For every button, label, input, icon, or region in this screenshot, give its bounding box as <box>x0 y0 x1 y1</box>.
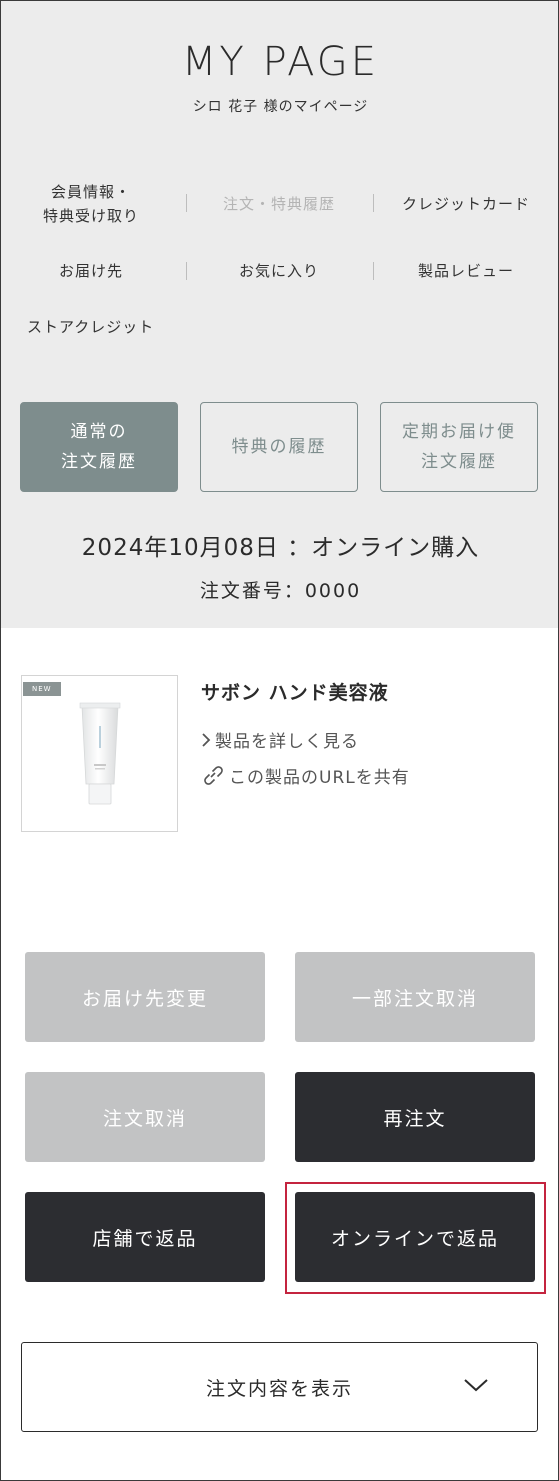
nav-favorites[interactable]: お気に入り <box>201 259 357 283</box>
chevron-right-icon <box>202 732 211 747</box>
partial-cancel-button[interactable]: 一部注文取消 <box>295 952 535 1042</box>
product-tube-image <box>79 702 121 805</box>
nav-delivery-address[interactable]: お届け先 <box>21 259 161 283</box>
link-icon <box>204 765 223 785</box>
nav-product-review[interactable]: 製品レビュー <box>386 259 546 283</box>
nav-credit-card[interactable]: クレジットカード <box>386 192 546 216</box>
product-share-link-label: この製品のURLを共有 <box>229 768 410 788</box>
tab-benefit-history[interactable]: 特典の履歴 <box>200 402 358 492</box>
order-details-label: 注文内容を表示 <box>205 1377 353 1400</box>
order-details-toggle[interactable]: 注文内容を表示 <box>21 1342 538 1432</box>
nav-member-info-line2: 特典受け取り <box>42 207 139 225</box>
highlight-box <box>285 1182 546 1294</box>
nav-member-info[interactable]: 会員情報・ 特典受け取り <box>21 180 161 228</box>
product-detail-link-label: 製品を詳しく見る <box>215 732 359 752</box>
tab-normal-orders[interactable]: 通常の 注文履歴 <box>20 402 178 492</box>
page-subtitle: シロ 花子 様のマイページ <box>192 99 369 115</box>
order-date: 2024年10月08日 ：オンライン購入 <box>81 535 480 561</box>
mobile-frame: MY PAGE シロ 花子 様のマイページ 会員情報・ 特典受け取り 注文・特典… <box>0 0 559 1481</box>
store-return-button[interactable]: 店舗で返品 <box>25 1192 265 1282</box>
nav-separator <box>373 262 374 280</box>
nav-member-info-line1: 会員情報・ <box>50 183 131 201</box>
product-image[interactable]: NEW <box>21 675 178 832</box>
product-share-link[interactable]: この製品のURLを共有 <box>201 763 410 788</box>
page-title: MY PAGE <box>181 39 380 85</box>
cancel-order-button[interactable]: 注文取消 <box>25 1072 265 1162</box>
order-number: 注文番号：0000 <box>199 580 362 602</box>
change-address-button[interactable]: お届け先変更 <box>25 952 265 1042</box>
product-detail-link[interactable]: 製品を詳しく見る <box>201 727 359 752</box>
nav-separator <box>186 262 187 280</box>
mypage-header-section: MY PAGE シロ 花子 様のマイページ 会員情報・ 特典受け取り 注文・特典… <box>1 1 558 628</box>
chevron-down-icon <box>464 1379 488 1392</box>
nav-order-history[interactable]: 注文・特典履歴 <box>201 192 357 216</box>
nav-separator <box>186 194 187 212</box>
tab-subscription-orders[interactable]: 定期お届け便 注文履歴 <box>380 402 538 492</box>
nav-store-credit[interactable]: ストアクレジット <box>27 315 154 339</box>
product-name[interactable]: サボン ハンド美容液 <box>201 678 389 705</box>
nav-separator <box>373 194 374 212</box>
reorder-button[interactable]: 再注文 <box>295 1072 535 1162</box>
